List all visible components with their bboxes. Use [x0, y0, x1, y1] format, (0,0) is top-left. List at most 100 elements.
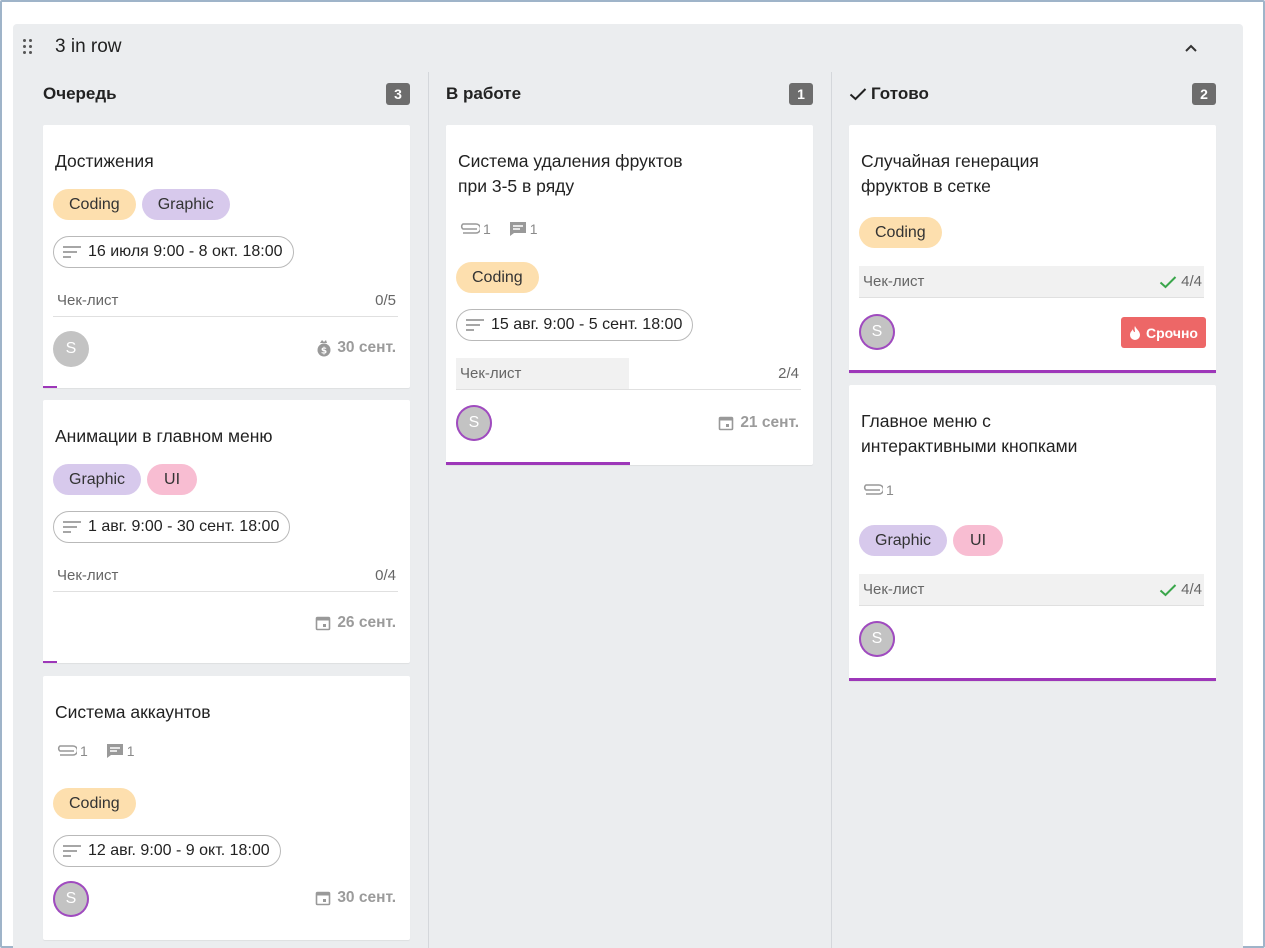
checklist-label: Чек-лист: [460, 365, 522, 382]
tag-ui[interactable]: UI: [147, 464, 198, 495]
tag-graphic[interactable]: Graphic: [53, 464, 142, 495]
collapse-button[interactable]: [1181, 38, 1201, 58]
checklist-bar[interactable]: Чек-лист 0/5: [53, 285, 398, 317]
fire-icon: [1129, 326, 1140, 340]
tag-list: Coding: [859, 217, 942, 248]
notes-lines-icon: [466, 319, 484, 331]
avatar[interactable]: S: [53, 881, 89, 917]
task-card-achievements[interactable]: Достижения Coding Graphic 16 июля 9:00 -…: [43, 125, 410, 388]
column-title: В работе: [446, 84, 522, 103]
date-range-text: 12 авг. 9:00 - 9 окт. 18:00: [88, 842, 270, 859]
card-progress-bar: [43, 386, 57, 388]
due-date-text: 26 сент.: [337, 614, 396, 631]
card-title: Анимации в главном меню: [55, 426, 273, 446]
comment-icon: [509, 222, 526, 236]
column-count-badge: 1: [789, 83, 813, 105]
tag-list: Graphic UI: [859, 525, 1004, 556]
paperclip-icon: [863, 484, 883, 495]
tag-list: Coding: [53, 788, 136, 819]
due-date-text: 30 сент.: [337, 339, 396, 356]
date-range-chip[interactable]: 15 авг. 9:00 - 5 сент. 18:00: [456, 309, 694, 341]
avatar[interactable]: S: [456, 405, 492, 441]
meta-row: 1 1: [55, 743, 135, 759]
date-range-text: 1 авг. 9:00 - 30 сент. 18:00: [88, 518, 280, 535]
column-count-badge: 3: [386, 83, 410, 105]
calendar-icon: [316, 616, 331, 631]
tag-list: Coding: [456, 262, 539, 293]
chevron-up-icon: [1185, 44, 1197, 52]
card-title: Система аккаунтов: [55, 702, 211, 722]
avatar[interactable]: S: [53, 331, 89, 367]
checklist-label: Чек-лист: [57, 567, 119, 584]
tag-coding[interactable]: Coding: [859, 217, 942, 248]
checklist-count: 4/4: [1159, 581, 1202, 598]
comments-count[interactable]: 1: [509, 221, 538, 237]
date-range-chip[interactable]: 12 авг. 9:00 - 9 окт. 18:00: [53, 835, 281, 867]
notes-lines-icon: [63, 521, 81, 533]
attachments-count[interactable]: 1: [458, 221, 491, 237]
comments-count[interactable]: 1: [106, 743, 135, 759]
due-date: 21 сент.: [718, 414, 799, 432]
meta-row: 1 1: [458, 221, 538, 237]
attachments-count[interactable]: 1: [55, 743, 88, 759]
tag-graphic[interactable]: Graphic: [859, 525, 948, 556]
board-header: 3 in row: [13, 24, 1243, 70]
checklist-label: Чек-лист: [863, 273, 925, 290]
card-progress-bar: [849, 678, 1216, 681]
board-title: 3 in row: [55, 36, 122, 57]
tag-coding[interactable]: Coding: [53, 189, 136, 220]
check-icon: [1159, 275, 1177, 288]
checklist-bar[interactable]: Чек-лист 4/4: [859, 266, 1204, 298]
checklist-bar[interactable]: Чек-лист 4/4: [859, 574, 1204, 606]
checklist-bar[interactable]: Чек-лист 0/4: [53, 560, 398, 592]
task-card-main-menu-animations[interactable]: Анимации в главном меню Graphic UI 1 авг…: [43, 400, 410, 663]
check-icon: [1159, 583, 1177, 596]
tag-graphic[interactable]: Graphic: [141, 189, 230, 220]
checklist-bar[interactable]: Чек-лист 2/4: [456, 358, 801, 390]
date-range-text: 15 авг. 9:00 - 5 сент. 18:00: [491, 316, 683, 333]
date-range-chip[interactable]: 16 июля 9:00 - 8 окт. 18:00: [53, 236, 294, 268]
column-title: Готово: [849, 84, 929, 104]
card-title: Случайная генерация фруктов в сетке: [861, 151, 1039, 196]
column-header-done: Готово 2: [849, 80, 1216, 110]
column-header-queue: Очередь 3: [43, 80, 410, 110]
due-date: $ 30 сент.: [315, 339, 396, 357]
calendar-icon: [316, 891, 331, 906]
task-card-accounts-system[interactable]: Система аккаунтов 1 1 Coding 12 авг. 9:0…: [43, 676, 410, 940]
tag-list: Graphic UI: [53, 464, 198, 495]
meta-row: 1: [861, 482, 894, 498]
due-date-text: 21 сент.: [740, 414, 799, 431]
column-divider: [831, 72, 832, 948]
paperclip-icon: [57, 745, 77, 756]
tag-ui[interactable]: UI: [953, 525, 1004, 556]
checklist-label: Чек-лист: [57, 292, 119, 309]
calendar-icon: [719, 416, 734, 431]
date-range-chip[interactable]: 1 авг. 9:00 - 30 сент. 18:00: [53, 511, 291, 543]
card-title: Главное меню с интерактивными кнопками: [861, 411, 1078, 456]
avatar[interactable]: S: [859, 314, 895, 350]
tag-coding[interactable]: Coding: [53, 788, 136, 819]
column-divider: [428, 72, 429, 948]
task-card-fruit-removal[interactable]: Система удаления фруктов при 3-5 в ряду …: [446, 125, 813, 465]
avatar[interactable]: S: [859, 621, 895, 657]
attachments-count[interactable]: 1: [861, 482, 894, 498]
tag-list: Coding Graphic: [53, 189, 230, 220]
check-icon: [849, 88, 867, 101]
due-date: 26 сент.: [315, 614, 396, 632]
due-date-text: 30 сент.: [337, 889, 396, 906]
date-range-text: 16 июля 9:00 - 8 окт. 18:00: [88, 243, 283, 260]
drag-handle-icon[interactable]: [23, 39, 33, 55]
svg-text:$: $: [321, 347, 327, 357]
paperclip-icon: [460, 223, 480, 234]
task-card-interactive-menu[interactable]: Главное меню с интерактивными кнопками 1…: [849, 385, 1216, 681]
column-count-badge: 2: [1192, 83, 1216, 105]
card-title: Достижения: [55, 151, 154, 171]
checklist-count: 4/4: [1159, 273, 1202, 290]
task-card-random-generation[interactable]: Случайная генерация фруктов в сетке Codi…: [849, 125, 1216, 373]
urgent-badge[interactable]: Срочно: [1120, 317, 1206, 348]
checklist-count: 2/4: [778, 365, 799, 382]
column-header-in-progress: В работе 1: [446, 80, 813, 110]
notes-lines-icon: [63, 246, 81, 258]
checklist-label: Чек-лист: [863, 581, 925, 598]
tag-coding[interactable]: Coding: [456, 262, 539, 293]
